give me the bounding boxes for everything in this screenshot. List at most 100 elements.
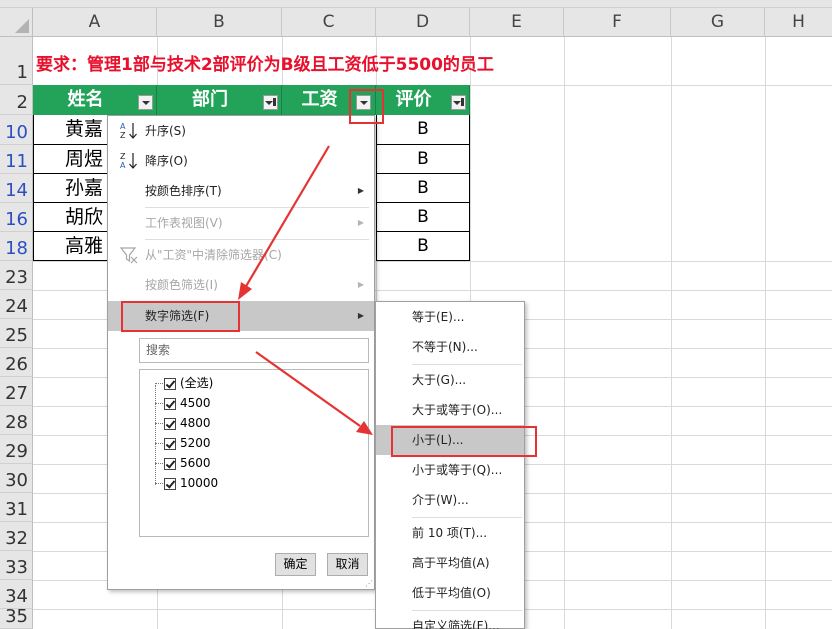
filter-active-icon[interactable] bbox=[263, 95, 278, 110]
row-header[interactable]: 35 bbox=[0, 606, 33, 629]
resize-grip-icon[interactable]: ⋰ bbox=[365, 579, 373, 588]
less-or-equal-item[interactable]: 小于或等于(Q)... bbox=[376, 455, 524, 485]
row-header[interactable]: 25 bbox=[0, 319, 33, 348]
filter-by-color-label: 按颜色筛选(I) bbox=[145, 278, 218, 292]
value-item-select-all[interactable]: (全选) bbox=[155, 373, 213, 393]
header-name[interactable]: 姓名 bbox=[33, 85, 157, 115]
row-header[interactable]: 32 bbox=[0, 522, 33, 551]
name-cell[interactable]: 高雅 bbox=[33, 232, 108, 261]
equals-item[interactable]: 等于(E)... bbox=[376, 302, 524, 332]
col-header-c[interactable]: C bbox=[282, 8, 376, 37]
checkbox-checked-icon[interactable] bbox=[164, 437, 176, 450]
submenu-arrow-icon: ▶ bbox=[357, 218, 364, 227]
name-cell[interactable]: 黄嘉 bbox=[33, 115, 108, 145]
not-equals-item[interactable]: 不等于(N)... bbox=[376, 332, 524, 362]
between-item[interactable]: 介于(W)... bbox=[376, 485, 524, 515]
row-header[interactable]: 16 bbox=[0, 203, 33, 232]
col-header-d[interactable]: D bbox=[376, 8, 470, 37]
grade-cell[interactable]: B bbox=[376, 232, 470, 261]
number-filter-item[interactable]: 数字筛选(F) ▶ bbox=[108, 301, 374, 331]
checkbox-checked-icon[interactable] bbox=[164, 457, 176, 470]
value-item[interactable]: 10000 bbox=[155, 473, 218, 493]
col-header-g[interactable]: G bbox=[671, 8, 765, 37]
grade-cell[interactable]: B bbox=[376, 203, 470, 232]
select-all-corner[interactable] bbox=[0, 8, 33, 37]
grade-cell[interactable]: B bbox=[376, 115, 470, 145]
value-label: 5200 bbox=[180, 436, 211, 450]
clear-filter-label: 从"工资"中清除筛选器(C) bbox=[145, 248, 282, 262]
grade-cell[interactable]: B bbox=[376, 174, 470, 203]
row-header[interactable]: 26 bbox=[0, 348, 33, 377]
checkbox-checked-icon[interactable] bbox=[164, 477, 176, 490]
tree-connector bbox=[155, 463, 163, 464]
header-grade[interactable]: 评价 bbox=[376, 85, 470, 115]
sheet-view-label: 工作表视图(V) bbox=[145, 216, 223, 230]
tree-connector bbox=[155, 443, 163, 444]
value-item[interactable]: 5600 bbox=[155, 453, 211, 473]
value-item[interactable]: 4500 bbox=[155, 393, 211, 413]
svg-text:A: A bbox=[120, 161, 126, 170]
value-item[interactable]: 4800 bbox=[155, 413, 211, 433]
value-label: 5600 bbox=[180, 456, 211, 470]
row-header[interactable]: 14 bbox=[0, 174, 33, 203]
filter-by-color-item[interactable]: 按颜色筛选(I) ▶ bbox=[108, 270, 374, 300]
row-header[interactable]: 33 bbox=[0, 551, 33, 580]
filter-active-icon[interactable] bbox=[451, 95, 466, 110]
requirement-title: 要求：管理1部与技术2部评价为B级且工资低于5500的员工 bbox=[36, 55, 494, 75]
checkbox-checked-icon[interactable] bbox=[164, 377, 176, 390]
col-header-a[interactable]: A bbox=[33, 8, 157, 37]
name-cell[interactable]: 孙嘉 bbox=[33, 174, 108, 203]
clear-filter-icon bbox=[119, 245, 141, 265]
below-average-item[interactable]: 低于平均值(O) bbox=[376, 578, 524, 608]
sort-ascending-item[interactable]: A Z 升序(S) bbox=[108, 116, 374, 146]
sort-descending-item[interactable]: Z A 降序(O) bbox=[108, 146, 374, 176]
row-header[interactable]: 30 bbox=[0, 464, 33, 493]
tree-connector bbox=[155, 403, 163, 404]
grade-cell[interactable]: B bbox=[376, 145, 470, 174]
top-10-item[interactable]: 前 10 项(T)... bbox=[376, 518, 524, 548]
row-header[interactable]: 1 bbox=[0, 37, 33, 85]
sheet-view-item[interactable]: 工作表视图(V) ▶ bbox=[108, 208, 374, 238]
row-header[interactable]: 23 bbox=[0, 261, 33, 290]
col-header-e[interactable]: E bbox=[470, 8, 564, 37]
row-header[interactable]: 2 bbox=[0, 85, 33, 115]
ok-button[interactable]: 确定 bbox=[275, 553, 316, 576]
custom-filter-item[interactable]: 自定义筛选(F)... bbox=[376, 611, 524, 629]
greater-or-equal-item[interactable]: 大于或等于(O)... bbox=[376, 395, 524, 425]
sort-by-color-item[interactable]: 按颜色排序(T) ▶ bbox=[108, 176, 374, 206]
less-than-item[interactable]: 小于(L)... bbox=[376, 425, 524, 455]
col-header-f[interactable]: F bbox=[564, 8, 671, 37]
svg-text:Z: Z bbox=[120, 152, 126, 161]
search-input[interactable]: 搜索 bbox=[139, 338, 369, 363]
header-salary[interactable]: 工资 bbox=[282, 85, 376, 115]
above-average-item[interactable]: 高于平均值(A) bbox=[376, 548, 524, 578]
header-label: 部门 bbox=[192, 89, 228, 110]
checkbox-checked-icon[interactable] bbox=[164, 417, 176, 430]
row-header[interactable]: 31 bbox=[0, 493, 33, 522]
row-header[interactable]: 10 bbox=[0, 115, 33, 145]
filter-dropdown-icon[interactable] bbox=[138, 95, 153, 110]
row-header[interactable]: 27 bbox=[0, 377, 33, 406]
header-dept[interactable]: 部门 bbox=[157, 85, 282, 115]
greater-than-item[interactable]: 大于(G)... bbox=[376, 365, 524, 395]
filter-dropdown-icon[interactable] bbox=[356, 95, 371, 110]
value-item[interactable]: 5200 bbox=[155, 433, 211, 453]
sort-ascending-label: 升序(S) bbox=[145, 124, 186, 138]
header-label: 姓名 bbox=[67, 89, 104, 110]
value-list[interactable]: (全选) 4500 4800 5200 5600 10000 bbox=[139, 369, 369, 537]
row-header[interactable]: 28 bbox=[0, 406, 33, 435]
col-header-b[interactable]: B bbox=[157, 8, 282, 37]
clear-filter-item[interactable]: 从"工资"中清除筛选器(C) bbox=[108, 240, 374, 270]
row-header[interactable]: 18 bbox=[0, 232, 33, 261]
ribbon-edge bbox=[0, 0, 832, 8]
cancel-button[interactable]: 取消 bbox=[327, 553, 368, 576]
checkbox-checked-icon[interactable] bbox=[164, 397, 176, 410]
row-header[interactable]: 34 bbox=[0, 580, 33, 609]
col-header-h[interactable]: H bbox=[765, 8, 832, 37]
name-cell[interactable]: 胡欣 bbox=[33, 203, 108, 232]
gridline bbox=[671, 37, 672, 629]
name-cell[interactable]: 周煜 bbox=[33, 145, 108, 174]
row-header[interactable]: 11 bbox=[0, 145, 33, 174]
row-header[interactable]: 24 bbox=[0, 290, 33, 319]
row-header[interactable]: 29 bbox=[0, 435, 33, 464]
